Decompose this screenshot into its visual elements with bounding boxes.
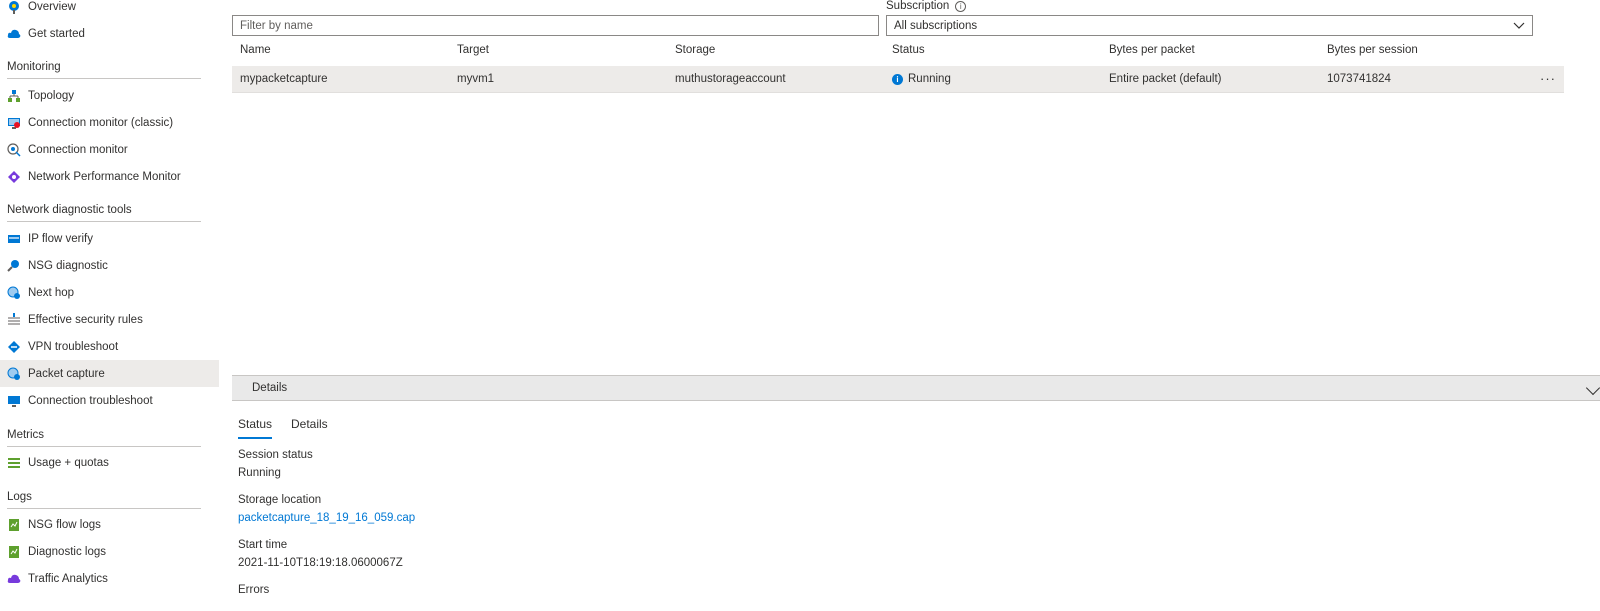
- table-row[interactable]: mypacketcapture myvm1 muthustorageaccoun…: [232, 66, 1564, 93]
- usage-quotas-icon: [8, 457, 20, 468]
- sidebar-item-label: Usage + quotas: [28, 456, 109, 469]
- info-icon: i: [892, 73, 903, 85]
- subscription-select-value: All subscriptions: [894, 19, 978, 32]
- vpn-icon: [8, 340, 20, 353]
- sidebar-item-label: NSG diagnostic: [28, 259, 108, 272]
- sidebar-item-label: IP flow verify: [28, 232, 93, 245]
- sidebar-item-label: Get started: [28, 27, 85, 40]
- main-content: Subscription i All subscriptions Name Ta…: [232, 0, 1600, 611]
- sidebar-item-overview[interactable]: Overview: [0, 0, 219, 20]
- storage-location-link[interactable]: packetcapture_18_19_16_059.cap: [238, 512, 415, 524]
- sidebar: Overview Get started Monitoring Topology…: [0, 0, 219, 611]
- cell-storage: muthustorageaccount: [675, 73, 786, 85]
- errors-label: Errors: [238, 584, 270, 596]
- topology-icon: [8, 89, 20, 102]
- subscription-label: Subscription i: [886, 0, 967, 12]
- info-icon[interactable]: i: [955, 0, 967, 12]
- sidebar-item-next-hop[interactable]: Next hop: [0, 279, 219, 306]
- nsg-diagnostic-icon: [7, 259, 19, 272]
- cell-bytes-per-packet: Entire packet (default): [1109, 73, 1222, 85]
- log-icon: [9, 518, 19, 531]
- column-header-storage[interactable]: Storage: [675, 44, 715, 56]
- sidebar-item-usage-quotas[interactable]: Usage + quotas: [0, 449, 219, 476]
- sidebar-item-nsg-diagnostic[interactable]: NSG diagnostic: [0, 252, 219, 279]
- connection-monitor-icon: [7, 142, 21, 157]
- sidebar-item-label: Next hop: [28, 286, 75, 299]
- column-header-target[interactable]: Target: [457, 44, 489, 56]
- cell-name: mypacketcapture: [240, 73, 328, 85]
- column-header-status[interactable]: Status: [892, 44, 925, 56]
- diamond-icon: [8, 170, 20, 183]
- log-icon: [9, 545, 19, 558]
- connection-troubleshoot-icon: [8, 395, 20, 407]
- sidebar-item-label: Packet capture: [28, 367, 105, 380]
- storage-location-label: Storage location: [238, 494, 322, 506]
- security-rules-icon: [8, 312, 20, 324]
- sidebar-item-label: Topology: [28, 89, 75, 102]
- sidebar-item-label: NSG flow logs: [28, 518, 101, 531]
- packet-capture-icon: [7, 367, 20, 380]
- chevron-down-icon[interactable]: [1585, 380, 1600, 396]
- tab-status[interactable]: Status: [238, 417, 273, 439]
- section-title-metrics: Metrics: [7, 429, 201, 447]
- traffic-analytics-icon: [7, 574, 21, 583]
- section-title-logs: Logs: [7, 491, 201, 509]
- tab-details[interactable]: Details: [291, 417, 328, 437]
- sidebar-item-diagnostic-logs[interactable]: Diagnostic logs: [0, 538, 219, 565]
- start-time-value: 2021-11-10T18:19:18.0600067Z: [238, 557, 403, 569]
- sidebar-item-label: Connection troubleshoot: [28, 394, 153, 407]
- filter-input[interactable]: [232, 15, 879, 36]
- section-title-monitoring: Monitoring: [7, 61, 201, 79]
- section-title-diagnostic: Network diagnostic tools: [7, 204, 201, 222]
- session-status-label: Session status: [238, 449, 313, 461]
- next-hop-icon: [7, 286, 20, 299]
- column-header-name[interactable]: Name: [240, 44, 271, 56]
- sidebar-item-label: Connection monitor (classic): [28, 116, 174, 129]
- sidebar-item-traffic-analytics[interactable]: Traffic Analytics: [0, 565, 219, 592]
- column-header-bytes-per-session[interactable]: Bytes per session: [1327, 44, 1418, 56]
- column-header-bytes-per-packet[interactable]: Bytes per packet: [1109, 44, 1195, 56]
- subscription-label-text: Subscription: [886, 0, 950, 12]
- sidebar-item-connection-troubleshoot[interactable]: Connection troubleshoot: [0, 387, 219, 414]
- sidebar-item-nsg-flow-logs[interactable]: NSG flow logs: [0, 511, 219, 538]
- cell-status-text: Running: [908, 73, 951, 85]
- more-options-button[interactable]: ···: [1540, 71, 1556, 86]
- sidebar-item-packet-capture[interactable]: Packet capture: [0, 360, 219, 387]
- sidebar-item-label: Diagnostic logs: [28, 545, 106, 558]
- sidebar-item-label: Network Performance Monitor: [28, 170, 181, 183]
- start-time-label: Start time: [238, 539, 288, 551]
- sidebar-item-network-performance-monitor[interactable]: Network Performance Monitor: [0, 163, 219, 190]
- sidebar-item-label: Connection monitor: [28, 143, 128, 156]
- session-status-value: Running: [238, 467, 281, 479]
- overview-icon: [9, 0, 19, 14]
- cell-bytes-per-session: 1073741824: [1327, 73, 1391, 85]
- monitor-icon: [8, 117, 20, 129]
- sidebar-item-connection-monitor[interactable]: Connection monitor: [0, 136, 219, 163]
- ip-flow-icon: [8, 234, 20, 243]
- sidebar-item-effective-security-rules[interactable]: Effective security rules: [0, 306, 219, 333]
- sidebar-item-vpn-troubleshoot[interactable]: VPN troubleshoot: [0, 333, 219, 360]
- sidebar-item-ip-flow-verify[interactable]: IP flow verify: [0, 225, 219, 252]
- sidebar-item-get-started[interactable]: Get started: [0, 20, 219, 47]
- sidebar-item-topology[interactable]: Topology: [0, 82, 219, 109]
- cell-target: myvm1: [457, 73, 495, 85]
- sidebar-item-connection-monitor-classic[interactable]: Connection monitor (classic): [0, 109, 219, 136]
- cell-status: i Running: [892, 73, 951, 85]
- subscription-select[interactable]: All subscriptions: [886, 15, 1533, 36]
- sidebar-item-label: VPN troubleshoot: [28, 340, 119, 353]
- sidebar-item-label: Overview: [28, 0, 76, 13]
- details-panel-header[interactable]: Details: [232, 375, 1600, 401]
- sidebar-item-label: Effective security rules: [28, 313, 143, 326]
- cloud-icon: [7, 29, 21, 38]
- sidebar-item-label: Traffic Analytics: [28, 572, 108, 585]
- details-panel-title: Details: [252, 382, 288, 394]
- chevron-down-icon: [1513, 22, 1525, 29]
